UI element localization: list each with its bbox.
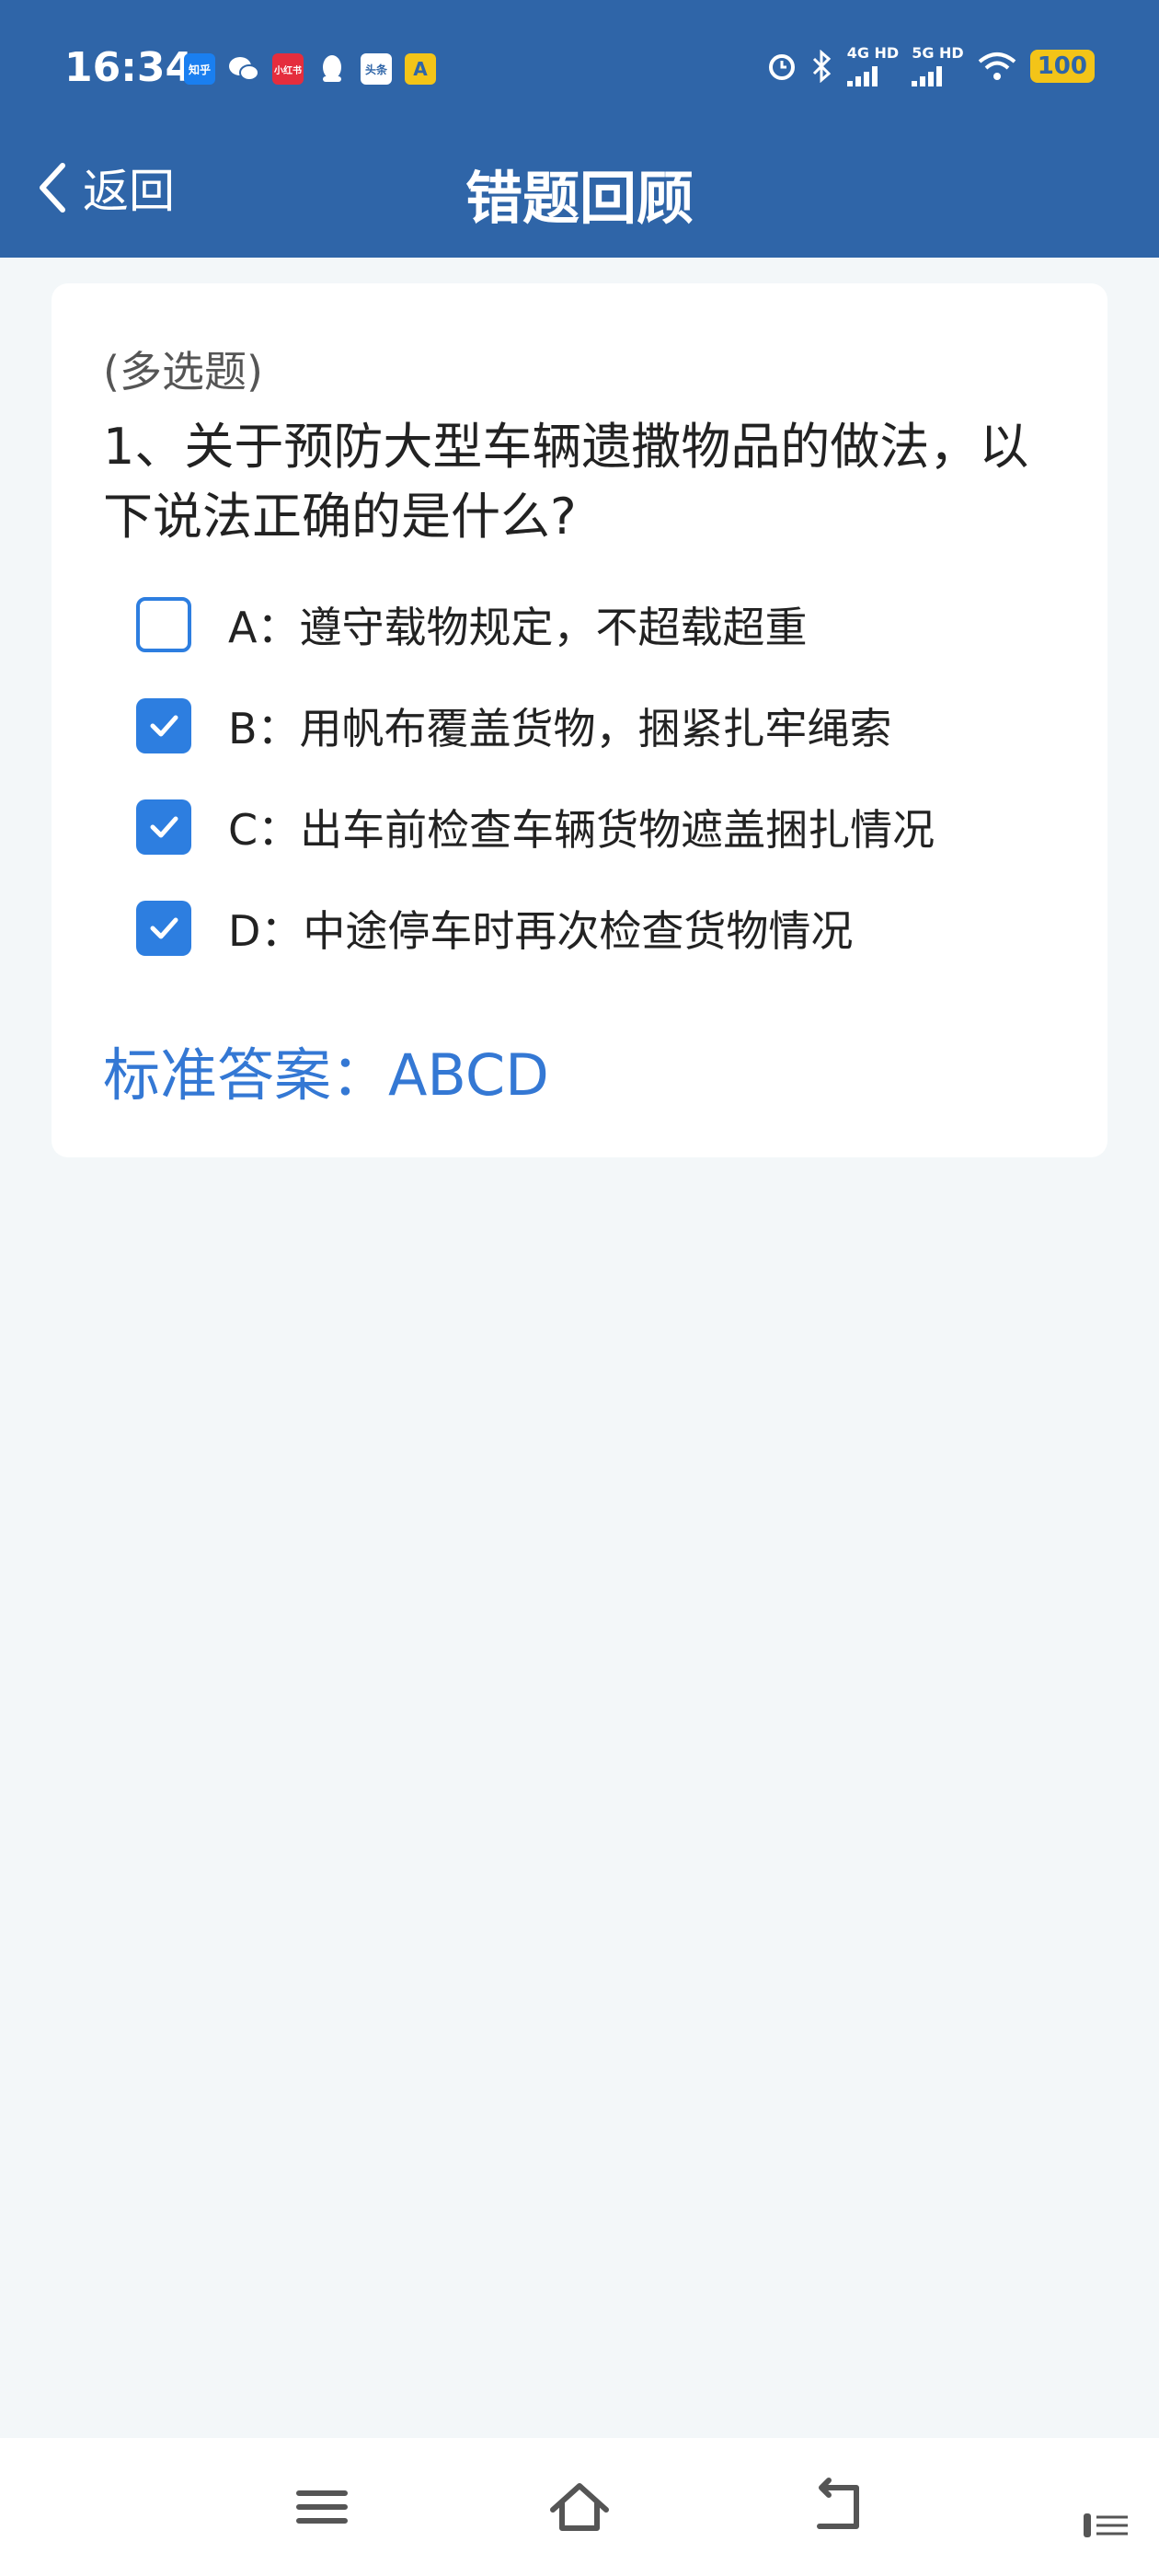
- toutiao-app-icon: 头条: [361, 53, 392, 85]
- option-a-label: A：遵守载物规定，不超载超重: [228, 603, 808, 652]
- app-header: 16:34 知乎 小红书 头条 A 4G HD 5G HD 100 返回 错题回…: [0, 0, 1159, 258]
- option-c[interactable]: C：出车前检查车辆货物遮盖捆扎情况: [136, 797, 935, 857]
- check-icon: [150, 917, 178, 939]
- question-text: 1、关于预防大型车辆遗撒物品的做法，以下说法正确的是什么?: [103, 418, 1029, 546]
- status-app-icons: 知乎 小红书 头条 A: [184, 53, 436, 85]
- checkbox-a[interactable]: [136, 597, 191, 652]
- alarm-icon: [768, 54, 795, 80]
- status-time: 16:34: [64, 44, 194, 91]
- question-type: (多选题): [103, 347, 263, 397]
- option-d-label: D：中途停车时再次检查货物情况: [228, 906, 854, 956]
- option-b[interactable]: B：用帆布覆盖货物，捆紧扎牢绳索: [136, 696, 892, 756]
- question-card: (多选题) 1、关于预防大型车辆遗撒物品的做法，以下说法正确的是什么? A：遵守…: [52, 283, 1107, 1157]
- check-icon: [150, 816, 178, 838]
- zhihu-app-icon: 知乎: [184, 53, 215, 85]
- wifi-icon: [978, 52, 1016, 80]
- checkbox-c[interactable]: [136, 799, 191, 855]
- signal-bars-icon: [846, 64, 878, 86]
- checkbox-b[interactable]: [136, 698, 191, 753]
- option-b-label: B：用帆布覆盖货物，捆紧扎牢绳索: [228, 704, 892, 753]
- back-nav-button[interactable]: [805, 2475, 869, 2539]
- checkbox-d[interactable]: [136, 901, 191, 956]
- qq-icon: [316, 53, 348, 85]
- option-d[interactable]: D：中途停车时再次检查货物情况: [136, 898, 853, 959]
- signal-bars-icon: [912, 64, 943, 86]
- check-icon: [150, 715, 178, 737]
- status-right: 4G HD 5G HD 100: [766, 46, 1095, 86]
- xiaohongshu-app-icon: 小红书: [272, 53, 304, 85]
- home-icon: [550, 2483, 609, 2531]
- back-arrow-icon: [817, 2478, 859, 2529]
- home-button[interactable]: [547, 2475, 612, 2539]
- option-a[interactable]: A：遵守载物规定，不超载超重: [136, 594, 807, 655]
- bluetooth-icon: [812, 50, 831, 83]
- wechat-icon: [228, 53, 259, 85]
- signal-4g: 4G HD: [846, 46, 899, 86]
- page-title: 错题回顾: [465, 165, 694, 232]
- battery-indicator: 100: [1029, 50, 1095, 83]
- standard-answer: 标准答案：ABCD: [103, 1041, 549, 1109]
- signal-5g: 5G HD: [912, 46, 964, 86]
- menu-button[interactable]: [290, 2475, 354, 2539]
- drawer-handle-icon[interactable]: [1076, 2512, 1131, 2539]
- menu-icon: [296, 2490, 348, 2524]
- drive-app-icon: A: [405, 53, 436, 85]
- system-nav-bar: [0, 2438, 1159, 2576]
- option-c-label: C：出车前检查车辆货物遮盖捆扎情况: [228, 805, 935, 855]
